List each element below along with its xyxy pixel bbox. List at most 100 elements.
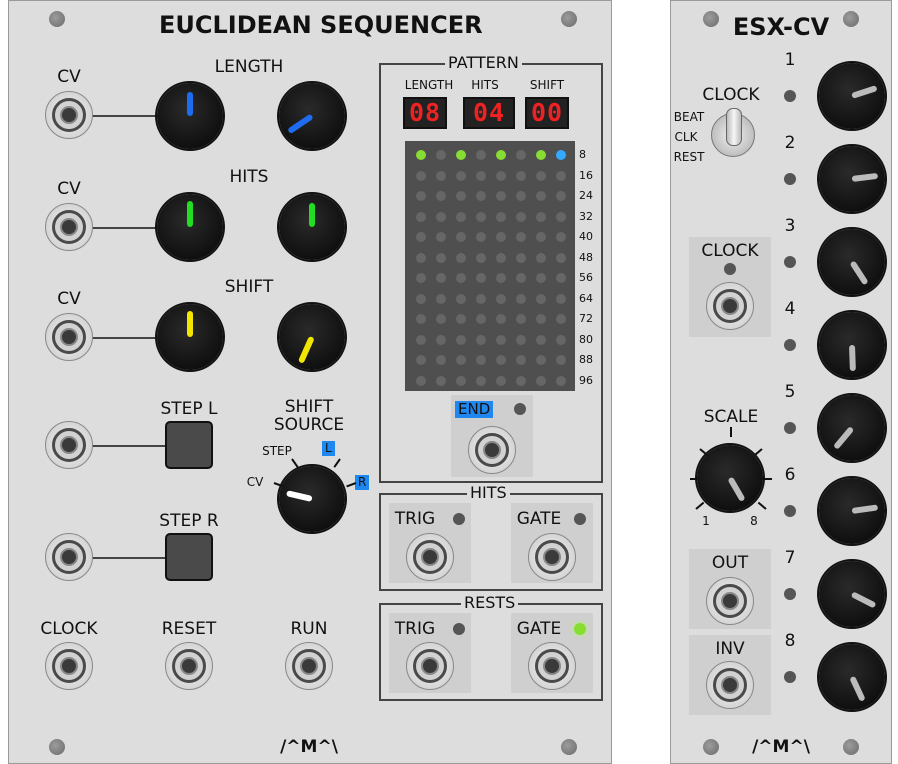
reset-jack[interactable] [165, 642, 213, 690]
row-label: 32 [579, 209, 593, 223]
step-led [436, 170, 446, 181]
step-led [476, 273, 486, 283]
esx-cv-panel: ESX-CV CLOCK BEAT CLK REST CLOCK SCALE 1… [670, 0, 892, 764]
run-jack[interactable] [285, 642, 333, 690]
source-l-tag[interactable]: L [322, 441, 335, 457]
shift-source-label: SHIFT [284, 397, 334, 417]
scale-tick [757, 501, 767, 510]
step-led [456, 375, 466, 386]
shift-cv-jack[interactable] [45, 313, 93, 361]
shift-label: SHIFT [224, 277, 274, 297]
channel-led [784, 90, 796, 102]
step-led [536, 170, 546, 181]
step-r-jack[interactable] [45, 533, 93, 581]
hits-label: HITS [229, 167, 269, 187]
channel-knob[interactable] [819, 312, 885, 378]
inv-jack[interactable] [706, 661, 754, 709]
step-led [556, 252, 566, 263]
knob-indicator [850, 591, 877, 609]
knob-indicator [851, 85, 878, 99]
knob-indicator [187, 311, 193, 337]
clock-jack[interactable] [45, 642, 93, 690]
channel-number-label: 6 [784, 465, 796, 485]
step-led [496, 232, 506, 242]
channel-led [784, 422, 796, 434]
out-jack[interactable] [706, 577, 754, 625]
step-l-jack[interactable] [45, 421, 93, 469]
step-led [416, 293, 426, 304]
row-label: 96 [579, 373, 593, 387]
module-title: ESX-CV [732, 13, 830, 41]
step-led [456, 191, 466, 201]
step-led [416, 211, 426, 222]
knob-indicator [287, 113, 314, 135]
channel-number-label: 1 [784, 50, 796, 70]
channel-number-label: 5 [784, 382, 796, 402]
length-knob[interactable] [279, 83, 345, 149]
screw-icon [703, 739, 719, 755]
hits-gate-jack[interactable] [528, 533, 576, 581]
step-led [456, 150, 466, 160]
hits-cv-jack[interactable] [45, 203, 93, 251]
shift-cv-knob[interactable] [157, 304, 223, 370]
rests-gate-jack[interactable] [528, 642, 576, 690]
channel-knob[interactable] [819, 561, 885, 627]
step-led [456, 211, 466, 222]
shift-source-knob[interactable] [279, 466, 345, 532]
channel-led [784, 339, 796, 351]
step-led [496, 375, 506, 386]
channel-knob[interactable] [819, 229, 885, 295]
step-led [556, 170, 566, 181]
channel-knob[interactable] [819, 146, 885, 212]
hits-gate-label: GATE [516, 509, 562, 529]
clock-input-jack[interactable] [706, 282, 754, 330]
channel-knob[interactable] [819, 395, 885, 461]
step-r-button[interactable] [165, 533, 213, 581]
step-led [476, 252, 486, 263]
clock-mode-switch[interactable] [711, 108, 755, 157]
screw-icon [843, 739, 859, 755]
rests-trig-jack[interactable] [406, 642, 454, 690]
channel-led [784, 173, 796, 185]
hits-trig-led [453, 513, 465, 525]
step-led [476, 232, 486, 242]
brand-logo: /^M^\ [752, 737, 810, 757]
step-led [556, 211, 566, 222]
step-led [416, 375, 426, 386]
channel-number-label: 3 [784, 216, 796, 236]
step-led [476, 293, 486, 304]
end-jack[interactable] [468, 426, 516, 474]
channel-knob[interactable] [819, 478, 885, 544]
source-r-tag[interactable]: R [355, 475, 370, 491]
step-led [436, 150, 446, 160]
step-l-button[interactable] [165, 421, 213, 469]
hits-cv-knob[interactable] [157, 194, 223, 260]
step-led [456, 232, 466, 242]
channel-knob[interactable] [819, 63, 885, 129]
shift-knob[interactable] [279, 304, 345, 370]
switch-beat-label: BEAT [673, 110, 705, 124]
hits-trig-jack[interactable] [406, 533, 454, 581]
knob-indicator [187, 201, 193, 227]
step-led [436, 355, 446, 365]
length-cv-knob[interactable] [157, 83, 223, 149]
step-led [436, 211, 446, 222]
screw-icon [49, 739, 65, 755]
step-l-label: STEP L [160, 399, 218, 419]
channel-led [784, 671, 796, 683]
step-led [556, 150, 566, 160]
length-cv-jack[interactable] [45, 91, 93, 139]
shift-source-label: SOURCE [273, 415, 345, 435]
step-led [516, 355, 526, 365]
step-led [436, 314, 446, 324]
scale-knob[interactable] [697, 445, 763, 511]
step-led [436, 334, 446, 345]
channel-knob[interactable] [819, 644, 885, 710]
hits-knob[interactable] [279, 194, 345, 260]
step-led [516, 273, 526, 283]
step-led [476, 314, 486, 324]
step-led [516, 150, 526, 160]
screw-icon [561, 739, 577, 755]
rests-trig-label: TRIG [394, 619, 436, 639]
step-led [456, 170, 466, 181]
